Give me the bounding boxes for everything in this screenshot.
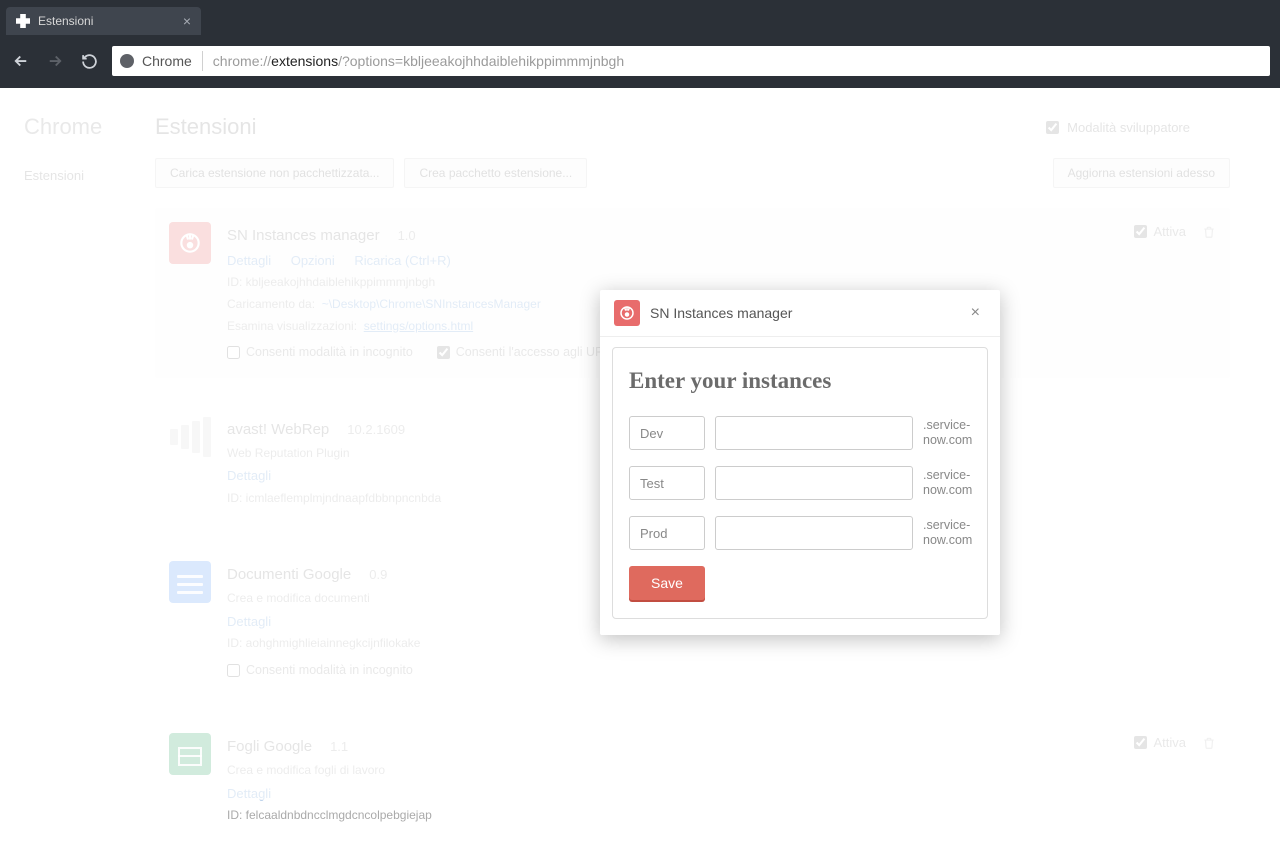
details-link[interactable]: Dettagli (227, 614, 271, 629)
browser-chrome: Estensioni × Chrome chrome:// extensions… (0, 0, 1280, 88)
instance-label-input[interactable] (629, 416, 705, 450)
sidebar-item-extensions[interactable]: Estensioni (0, 162, 155, 189)
extension-desc: Crea e modifica fogli di lavoro (227, 760, 1040, 782)
chrome-label: Chrome (142, 53, 192, 69)
update-extensions-button[interactable]: Aggiorna estensioni adesso (1053, 158, 1230, 188)
instance-suffix: .service-now.com (923, 518, 972, 548)
tab-strip: Estensioni × (0, 0, 1280, 35)
forward-button[interactable] (44, 50, 66, 72)
modal-heading: Enter your instances (629, 368, 971, 394)
separator (202, 51, 203, 71)
enable-label: Attiva (1153, 224, 1186, 239)
instance-row-prod: .service-now.com (629, 516, 971, 550)
load-unpacked-button[interactable]: Carica estensione non pacchettizzata... (155, 158, 394, 188)
url-scheme: chrome:// (213, 53, 271, 69)
extension-name: Fogli Google (227, 738, 312, 755)
incognito-label: Consenti modalità in incognito (246, 659, 413, 682)
instance-label-input[interactable] (629, 466, 705, 500)
dev-mode-toggle[interactable]: Modalità sviluppatore (1046, 120, 1190, 135)
instance-suffix: .service-now.com (923, 468, 972, 498)
enable-checkbox[interactable] (1134, 736, 1147, 749)
sidebar-title: Chrome (0, 114, 155, 140)
extension-id: ID: felcaaldnbdncclmgdcncolpebgiejap (227, 805, 1040, 827)
tab-close-icon[interactable]: × (183, 13, 191, 29)
modal-header: SN Instances manager × (600, 290, 1000, 337)
details-link[interactable]: Dettagli (227, 786, 271, 801)
url-host: extensions (271, 53, 338, 69)
extension-card-google-sheets: Fogli Google 1.1 Crea e modifica fogli di… (155, 719, 1230, 841)
extension-version: 1.1 (330, 739, 348, 754)
extension-icon (169, 416, 211, 458)
instance-row-dev: .service-now.com (629, 416, 971, 450)
dev-mode-checkbox[interactable] (1046, 121, 1059, 134)
file-url-checkbox[interactable] (437, 346, 450, 359)
extension-icon (169, 222, 211, 264)
load-from-path: ~\Desktop\Chrome\SNInstancesManager (322, 297, 541, 311)
omnibox[interactable]: Chrome chrome:// extensions /?options=kb… (112, 46, 1270, 76)
instance-label-input[interactable] (629, 516, 705, 550)
load-from-label: Caricamento da: (227, 297, 315, 311)
instance-value-input[interactable] (715, 466, 913, 500)
toolbar: Carica estensione non pacchettizzata... … (155, 158, 1230, 188)
modal-title: SN Instances manager (650, 305, 792, 321)
browser-tab[interactable]: Estensioni × (6, 7, 201, 35)
trash-icon[interactable] (1202, 735, 1216, 751)
instance-suffix: .service-now.com (923, 418, 972, 448)
extension-version: 1.0 (398, 228, 416, 243)
extension-id: ID: aohghmighlieiainnegkcijnfilokake (227, 633, 1216, 655)
modal-panel: Enter your instances .service-now.com .s… (612, 347, 988, 619)
pack-extension-button[interactable]: Crea pacchetto estensione... (404, 158, 587, 188)
trash-icon[interactable] (1202, 224, 1216, 240)
enable-toggle[interactable]: Attiva (1134, 735, 1186, 750)
reload-link[interactable]: Ricarica (Ctrl+R) (354, 253, 450, 268)
incognito-checkbox[interactable] (227, 664, 240, 677)
reload-button[interactable] (78, 50, 100, 72)
extension-version: 0.9 (369, 567, 387, 582)
extension-version: 10.2.1609 (347, 422, 405, 437)
modal-app-icon (614, 300, 640, 326)
save-button[interactable]: Save (629, 566, 705, 600)
extension-name: SN Instances manager (227, 227, 380, 244)
incognito-toggle[interactable]: Consenti modalità in incognito (227, 659, 413, 682)
enable-label: Attiva (1153, 735, 1186, 750)
extension-icon (169, 561, 211, 603)
back-button[interactable] (10, 50, 32, 72)
incognito-label: Consenti modalità in incognito (246, 341, 413, 364)
incognito-checkbox[interactable] (227, 346, 240, 359)
instance-row-test: .service-now.com (629, 466, 971, 500)
dev-mode-label: Modalità sviluppatore (1067, 120, 1190, 135)
incognito-toggle[interactable]: Consenti modalità in incognito (227, 341, 413, 364)
inspect-views-link[interactable]: settings/options.html (364, 319, 473, 333)
sidebar: Chrome Estensioni (0, 88, 155, 800)
site-identity-icon (120, 54, 134, 68)
extension-icon (169, 733, 211, 775)
enable-checkbox[interactable] (1134, 225, 1147, 238)
inspect-views-label: Esamina visualizzazioni: (227, 319, 357, 333)
extension-name: avast! WebRep (227, 421, 329, 438)
options-modal: SN Instances manager × Enter your instan… (600, 290, 1000, 635)
options-link[interactable]: Opzioni (291, 253, 335, 268)
extension-icon (16, 14, 30, 28)
address-bar: Chrome chrome:// extensions /?options=kb… (0, 35, 1280, 87)
details-link[interactable]: Dettagli (227, 253, 271, 268)
tab-title: Estensioni (38, 14, 93, 28)
extension-name: Documenti Google (227, 566, 351, 583)
instance-value-input[interactable] (715, 416, 913, 450)
enable-toggle[interactable]: Attiva (1134, 224, 1186, 239)
url-path: /?options=kbljeeakojhhdaiblehikppimmmjnb… (338, 53, 624, 69)
instance-value-input[interactable] (715, 516, 913, 550)
details-link[interactable]: Dettagli (227, 468, 271, 483)
modal-close-icon[interactable]: × (965, 302, 986, 324)
